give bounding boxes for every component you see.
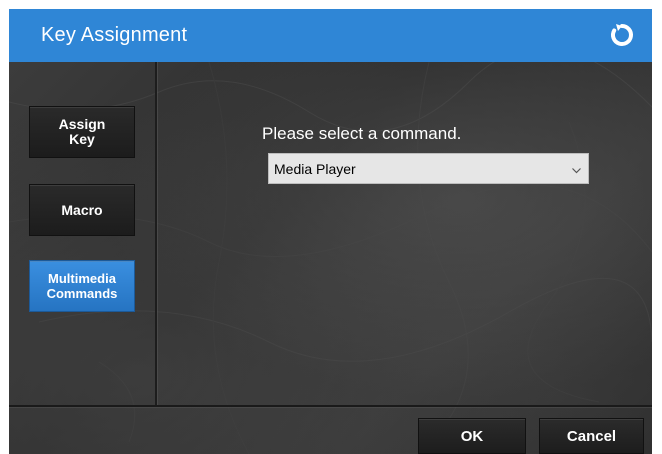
command-select-value: Media Player xyxy=(274,160,356,177)
assign-key-label-line1: Assign xyxy=(58,116,106,132)
macro-button[interactable]: Macro xyxy=(29,184,135,236)
dialog-body: Assign Key Macro Multimedia Commands Ple… xyxy=(9,62,652,454)
cancel-label: Cancel xyxy=(566,427,617,445)
macro-label: Macro xyxy=(61,201,103,218)
refresh-icon[interactable] xyxy=(609,22,635,48)
multimedia-commands-button[interactable]: Multimedia Commands xyxy=(29,260,135,312)
ok-label: OK xyxy=(460,427,484,445)
multimedia-label-line2: Commands xyxy=(46,286,118,301)
ok-button[interactable]: OK xyxy=(418,418,526,454)
chevron-down-icon xyxy=(571,163,582,174)
dialog-title: Key Assignment xyxy=(41,24,188,46)
dialog-titlebar: Key Assignment xyxy=(9,9,652,62)
cancel-button[interactable]: Cancel xyxy=(539,418,644,454)
multimedia-label-line1: Multimedia xyxy=(48,271,116,286)
command-prompt: Please select a command. xyxy=(262,124,462,143)
command-select[interactable]: Media Player xyxy=(268,153,589,184)
assign-key-label-line2: Key xyxy=(69,131,95,147)
footer-divider xyxy=(9,405,652,407)
sidebar-divider xyxy=(155,62,157,405)
assign-key-button[interactable]: Assign Key xyxy=(29,106,135,158)
